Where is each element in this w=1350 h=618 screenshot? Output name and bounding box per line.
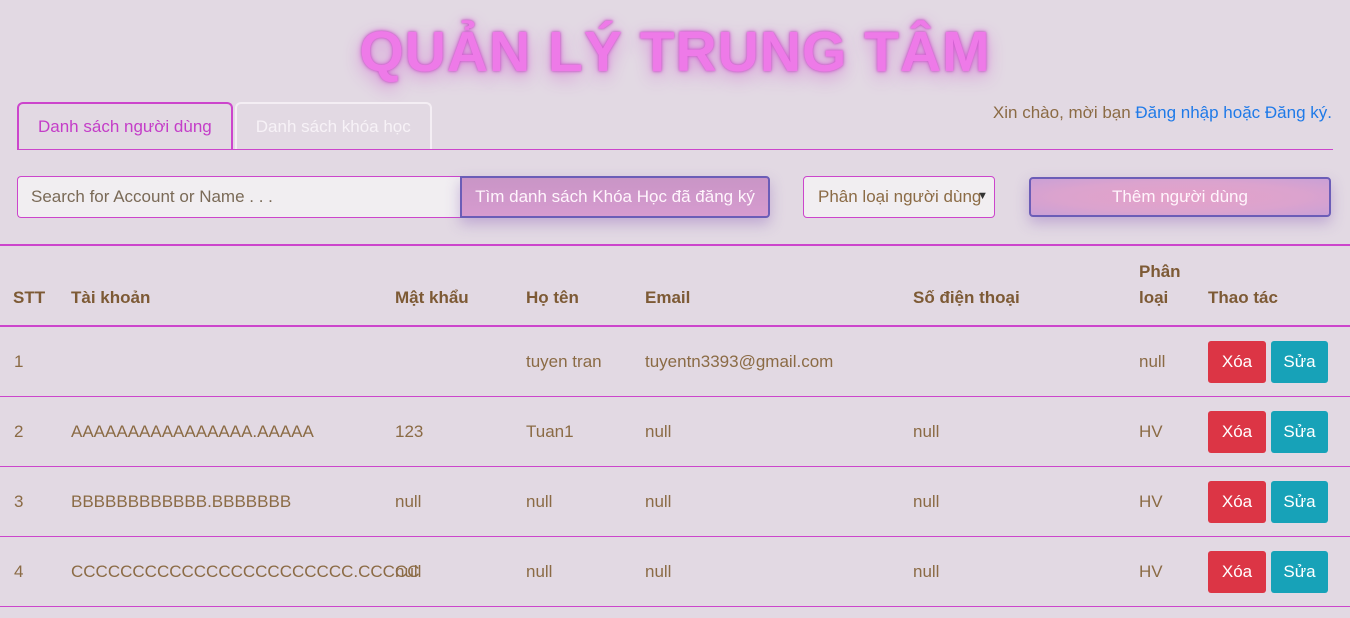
header-type: Phân loại bbox=[1139, 259, 1181, 311]
header-password: Mật khẩu bbox=[395, 288, 469, 307]
delete-button[interactable]: Xóa bbox=[1208, 411, 1266, 453]
cell-password: null bbox=[395, 561, 422, 581]
user-type-select-value: Phân loại người dùng bbox=[818, 187, 982, 206]
header-phone: Số điện thoại bbox=[913, 288, 1020, 307]
cell-password: 123 bbox=[395, 421, 424, 441]
cell-type: HV bbox=[1139, 491, 1163, 511]
header-stt: STT bbox=[13, 288, 46, 307]
cell-stt: 4 bbox=[14, 561, 24, 581]
edit-button[interactable]: Sửa bbox=[1271, 341, 1328, 383]
delete-button[interactable]: Xóa bbox=[1208, 341, 1266, 383]
cell-stt: 2 bbox=[14, 421, 24, 441]
edit-button[interactable]: Sửa bbox=[1271, 411, 1328, 453]
table-row: 1 tuyen tran tuyentn3393@gmail.com null … bbox=[0, 327, 1350, 397]
add-user-button[interactable]: Thêm người dùng bbox=[1029, 177, 1331, 217]
cell-name: Tuan1 bbox=[526, 421, 574, 441]
edit-button[interactable]: Sửa bbox=[1271, 481, 1328, 523]
tab-course-list[interactable]: Danh sách khóa học bbox=[234, 102, 432, 150]
cell-stt: 1 bbox=[14, 351, 24, 371]
cell-name: tuyen tran bbox=[526, 351, 602, 371]
cell-name: null bbox=[526, 491, 553, 511]
cell-type: HV bbox=[1139, 421, 1163, 441]
delete-button[interactable]: Xóa bbox=[1208, 481, 1266, 523]
table-header: STT Tài khoản Mật khẩu Họ tên Email Số đ… bbox=[0, 246, 1350, 325]
cell-email: null bbox=[645, 561, 672, 581]
cell-name: null bbox=[526, 561, 553, 581]
cell-phone: null bbox=[913, 421, 940, 441]
table-row: 3 BBBBBBBBBBBB.BBBBBBB null null null nu… bbox=[0, 467, 1350, 537]
header-name: Họ tên bbox=[526, 288, 579, 307]
login-register-link[interactable]: Đăng nhập hoặc Đăng ký. bbox=[1135, 103, 1332, 122]
table-row: 2 AAAAAAAAAAAAAAAA.AAAAA 123 Tuan1 null … bbox=[0, 397, 1350, 467]
header-account: Tài khoản bbox=[71, 288, 151, 307]
cell-type: null bbox=[1139, 351, 1166, 371]
cell-account: AAAAAAAAAAAAAAAA.AAAAA bbox=[71, 421, 314, 441]
cell-email: null bbox=[645, 421, 672, 441]
cell-stt: 3 bbox=[14, 491, 24, 511]
header-email: Email bbox=[645, 288, 691, 307]
cell-account: BBBBBBBBBBBB.BBBBBBB bbox=[71, 491, 292, 511]
header-type-line2: loại bbox=[1139, 288, 1169, 307]
greeting: Xin chào, mời bạn Đăng nhập hoặc Đăng ký… bbox=[993, 103, 1332, 123]
cell-email: tuyentn3393@gmail.com bbox=[645, 351, 834, 371]
cell-password: null bbox=[395, 491, 422, 511]
tab-divider bbox=[17, 149, 1333, 150]
search-courses-button[interactable]: Tìm danh sách Khóa Học đã đăng ký bbox=[460, 176, 770, 218]
cell-phone: null bbox=[913, 491, 940, 511]
cell-type: HV bbox=[1139, 561, 1163, 581]
tab-user-list[interactable]: Danh sách người dùng bbox=[17, 102, 233, 150]
tab-bar: Danh sách người dùng Danh sách khóa học bbox=[17, 102, 434, 150]
table-row: 4 CCCCCCCCCCCCCCCCCCCCCCC.CCCCC null nul… bbox=[0, 537, 1350, 607]
cell-account: CCCCCCCCCCCCCCCCCCCCCCC.CCCCC bbox=[71, 561, 420, 581]
user-type-select[interactable]: Phân loại người dùng ▼ bbox=[803, 176, 995, 218]
search-input[interactable] bbox=[17, 176, 461, 218]
greeting-text: Xin chào, mời bạn bbox=[992, 103, 1136, 122]
cell-phone: null bbox=[913, 561, 940, 581]
header-actions: Thao tác bbox=[1208, 288, 1278, 307]
delete-button[interactable]: Xóa bbox=[1208, 551, 1266, 593]
edit-button[interactable]: Sửa bbox=[1271, 551, 1328, 593]
header-type-line1: Phân bbox=[1139, 262, 1181, 281]
cell-email: null bbox=[645, 491, 672, 511]
dropdown-arrow-icon: ▼ bbox=[977, 190, 988, 202]
page-title: QUẢN LÝ TRUNG TÂM bbox=[359, 20, 991, 84]
